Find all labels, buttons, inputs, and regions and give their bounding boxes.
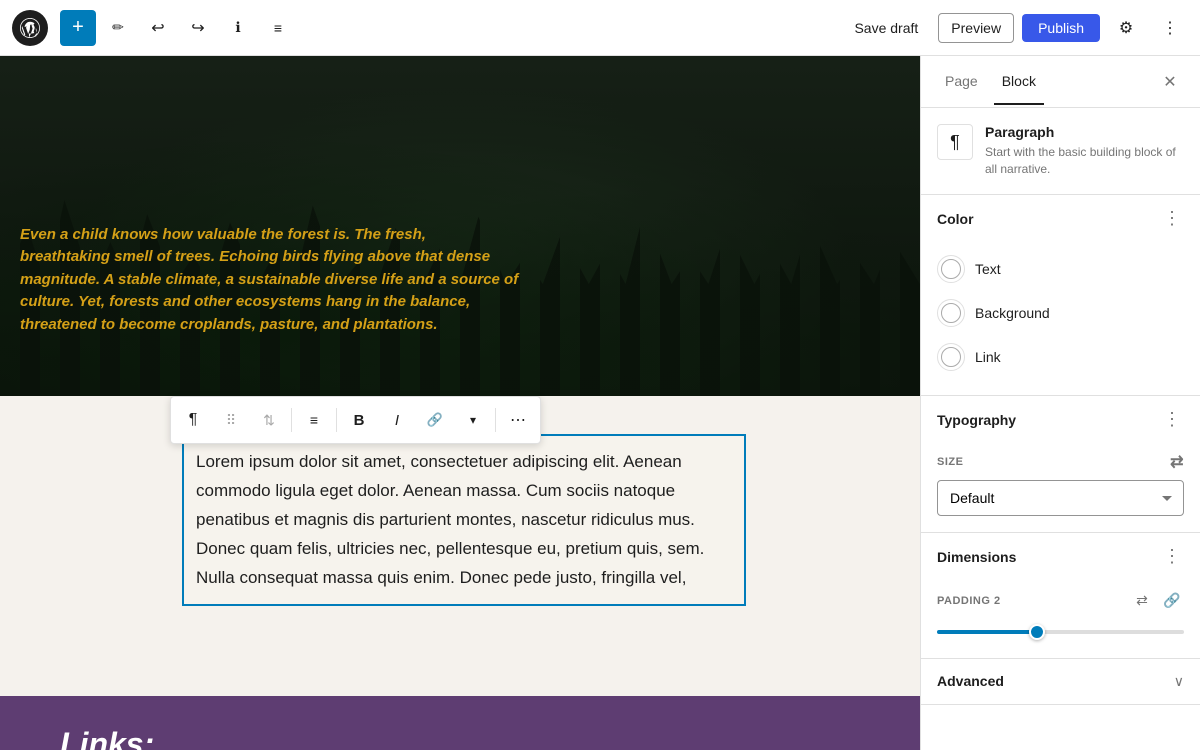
block-info-text: Paragraph Start with the basic building … bbox=[985, 124, 1184, 178]
dimensions-more-icon[interactable]: ⋮ bbox=[1160, 545, 1184, 569]
text-color-swatch[interactable] bbox=[937, 255, 965, 283]
block-formatting-toolbar: ¶ ⠿ ⇅ ≡ B I 🔗 ▾ ⋯ bbox=[170, 396, 541, 444]
padding-slider[interactable] bbox=[937, 630, 1184, 634]
toolbar-right: Save draft Preview Publish ⚙ ⋮ bbox=[842, 10, 1188, 46]
typography-more-icon[interactable]: ⋮ bbox=[1160, 408, 1184, 432]
add-block-button[interactable]: + bbox=[60, 10, 96, 46]
block-info: ¶ Paragraph Start with the basic buildin… bbox=[921, 108, 1200, 195]
hero-quote[interactable]: Even a child knows how valuable the fore… bbox=[20, 224, 520, 337]
tab-block[interactable]: Block bbox=[994, 59, 1044, 105]
link-color-label: Link bbox=[975, 349, 1001, 365]
background-color-swatch[interactable] bbox=[937, 299, 965, 327]
typography-section-title: Typography bbox=[937, 412, 1160, 428]
padding-link-button[interactable]: 🔗 bbox=[1160, 589, 1184, 613]
advanced-chevron-icon[interactable]: ∨ bbox=[1174, 673, 1184, 690]
background-color-label: Background bbox=[975, 305, 1050, 321]
color-option-link[interactable]: Link bbox=[937, 335, 1184, 379]
block-title: Paragraph bbox=[985, 124, 1184, 140]
right-panel: Page Block ✕ ¶ Paragraph Start with the … bbox=[920, 56, 1200, 750]
link-color-swatch[interactable] bbox=[937, 343, 965, 371]
color-section-header[interactable]: Color ⋮ bbox=[921, 195, 1200, 243]
advanced-section: Advanced ∨ bbox=[921, 659, 1200, 705]
panel-close-button[interactable]: ✕ bbox=[1156, 68, 1184, 96]
toolbar-divider-2 bbox=[336, 408, 337, 432]
padding-icons: ⇄ 🔗 bbox=[1130, 589, 1184, 613]
color-options: Text Background Link bbox=[921, 243, 1200, 395]
typography-section-header[interactable]: Typography ⋮ bbox=[921, 396, 1200, 444]
hero-section: Even a child knows how valuable the fore… bbox=[0, 56, 920, 396]
align-button[interactable]: ≡ bbox=[296, 402, 332, 438]
purple-section: Links: bbox=[0, 696, 920, 750]
padding-label-row: PADDING 2 ⇄ 🔗 bbox=[937, 589, 1184, 613]
links-heading: Links: bbox=[60, 726, 860, 750]
size-adjust-icon[interactable]: ⇄ bbox=[1170, 452, 1184, 472]
panel-header: Page Block ✕ bbox=[921, 56, 1200, 108]
toolbar-left: + ✏ ↩ ↪ ℹ ≡ bbox=[12, 10, 838, 46]
publish-button[interactable]: Publish bbox=[1022, 14, 1100, 42]
dimensions-section-header[interactable]: Dimensions ⋮ bbox=[921, 533, 1200, 581]
pen-tool-button[interactable]: ✏ bbox=[100, 10, 136, 46]
block-drag-button[interactable]: ⠿ bbox=[213, 402, 249, 438]
toolbar: + ✏ ↩ ↪ ℹ ≡ Save draft Preview Publish ⚙… bbox=[0, 0, 1200, 56]
color-option-text[interactable]: Text bbox=[937, 247, 1184, 291]
size-label-text: SIZE bbox=[937, 456, 963, 468]
block-more-button[interactable]: ⋯ bbox=[500, 402, 536, 438]
block-description: Start with the basic building block of a… bbox=[985, 144, 1184, 178]
save-draft-button[interactable]: Save draft bbox=[842, 14, 930, 42]
list-view-button[interactable]: ≡ bbox=[260, 10, 296, 46]
block-type-icon: ¶ bbox=[937, 124, 973, 160]
main-area: Even a child knows how valuable the fore… bbox=[0, 56, 1200, 750]
color-section-title: Color bbox=[937, 211, 1160, 227]
bold-button[interactable]: B bbox=[341, 402, 377, 438]
font-size-select[interactable]: Default Small Medium Large X-Large bbox=[937, 480, 1184, 516]
color-option-background[interactable]: Background bbox=[937, 291, 1184, 335]
info-button[interactable]: ℹ bbox=[220, 10, 256, 46]
color-section: Color ⋮ Text Background bbox=[921, 195, 1200, 396]
more-rich-text-button[interactable]: ▾ bbox=[455, 402, 491, 438]
advanced-section-title: Advanced bbox=[937, 673, 1174, 689]
padding-label: PADDING 2 bbox=[937, 595, 1130, 607]
text-color-label: Text bbox=[975, 261, 1001, 277]
toolbar-divider-3 bbox=[495, 408, 496, 432]
block-type-button[interactable]: ¶ bbox=[175, 402, 211, 438]
link-button[interactable]: 🔗 bbox=[417, 402, 453, 438]
toolbar-divider-1 bbox=[291, 408, 292, 432]
redo-button[interactable]: ↪ bbox=[180, 10, 216, 46]
preview-button[interactable]: Preview bbox=[938, 13, 1014, 43]
padding-adjust-button[interactable]: ⇄ bbox=[1130, 589, 1154, 613]
more-options-button[interactable]: ⋮ bbox=[1152, 10, 1188, 46]
dimensions-section-title: Dimensions bbox=[937, 549, 1160, 565]
advanced-section-header[interactable]: Advanced ∨ bbox=[921, 659, 1200, 704]
size-label-row: SIZE ⇄ bbox=[937, 452, 1184, 472]
tab-page[interactable]: Page bbox=[937, 59, 986, 105]
undo-button[interactable]: ↩ bbox=[140, 10, 176, 46]
dimensions-content: PADDING 2 ⇄ 🔗 bbox=[921, 581, 1200, 658]
typography-section: Typography ⋮ SIZE ⇄ Default Small Medium… bbox=[921, 396, 1200, 533]
paragraph-block[interactable]: Lorem ipsum dolor sit amet, consectetuer… bbox=[184, 436, 744, 604]
italic-button[interactable]: I bbox=[379, 402, 415, 438]
dimensions-section: Dimensions ⋮ PADDING 2 ⇄ 🔗 bbox=[921, 533, 1200, 659]
settings-button[interactable]: ⚙ bbox=[1108, 10, 1144, 46]
wordpress-logo[interactable] bbox=[12, 10, 48, 46]
block-move-button[interactable]: ⇅ bbox=[251, 402, 287, 438]
typography-content: SIZE ⇄ Default Small Medium Large X-Larg… bbox=[921, 444, 1200, 532]
editor-area: Even a child knows how valuable the fore… bbox=[0, 56, 920, 750]
color-more-icon[interactable]: ⋮ bbox=[1160, 207, 1184, 231]
